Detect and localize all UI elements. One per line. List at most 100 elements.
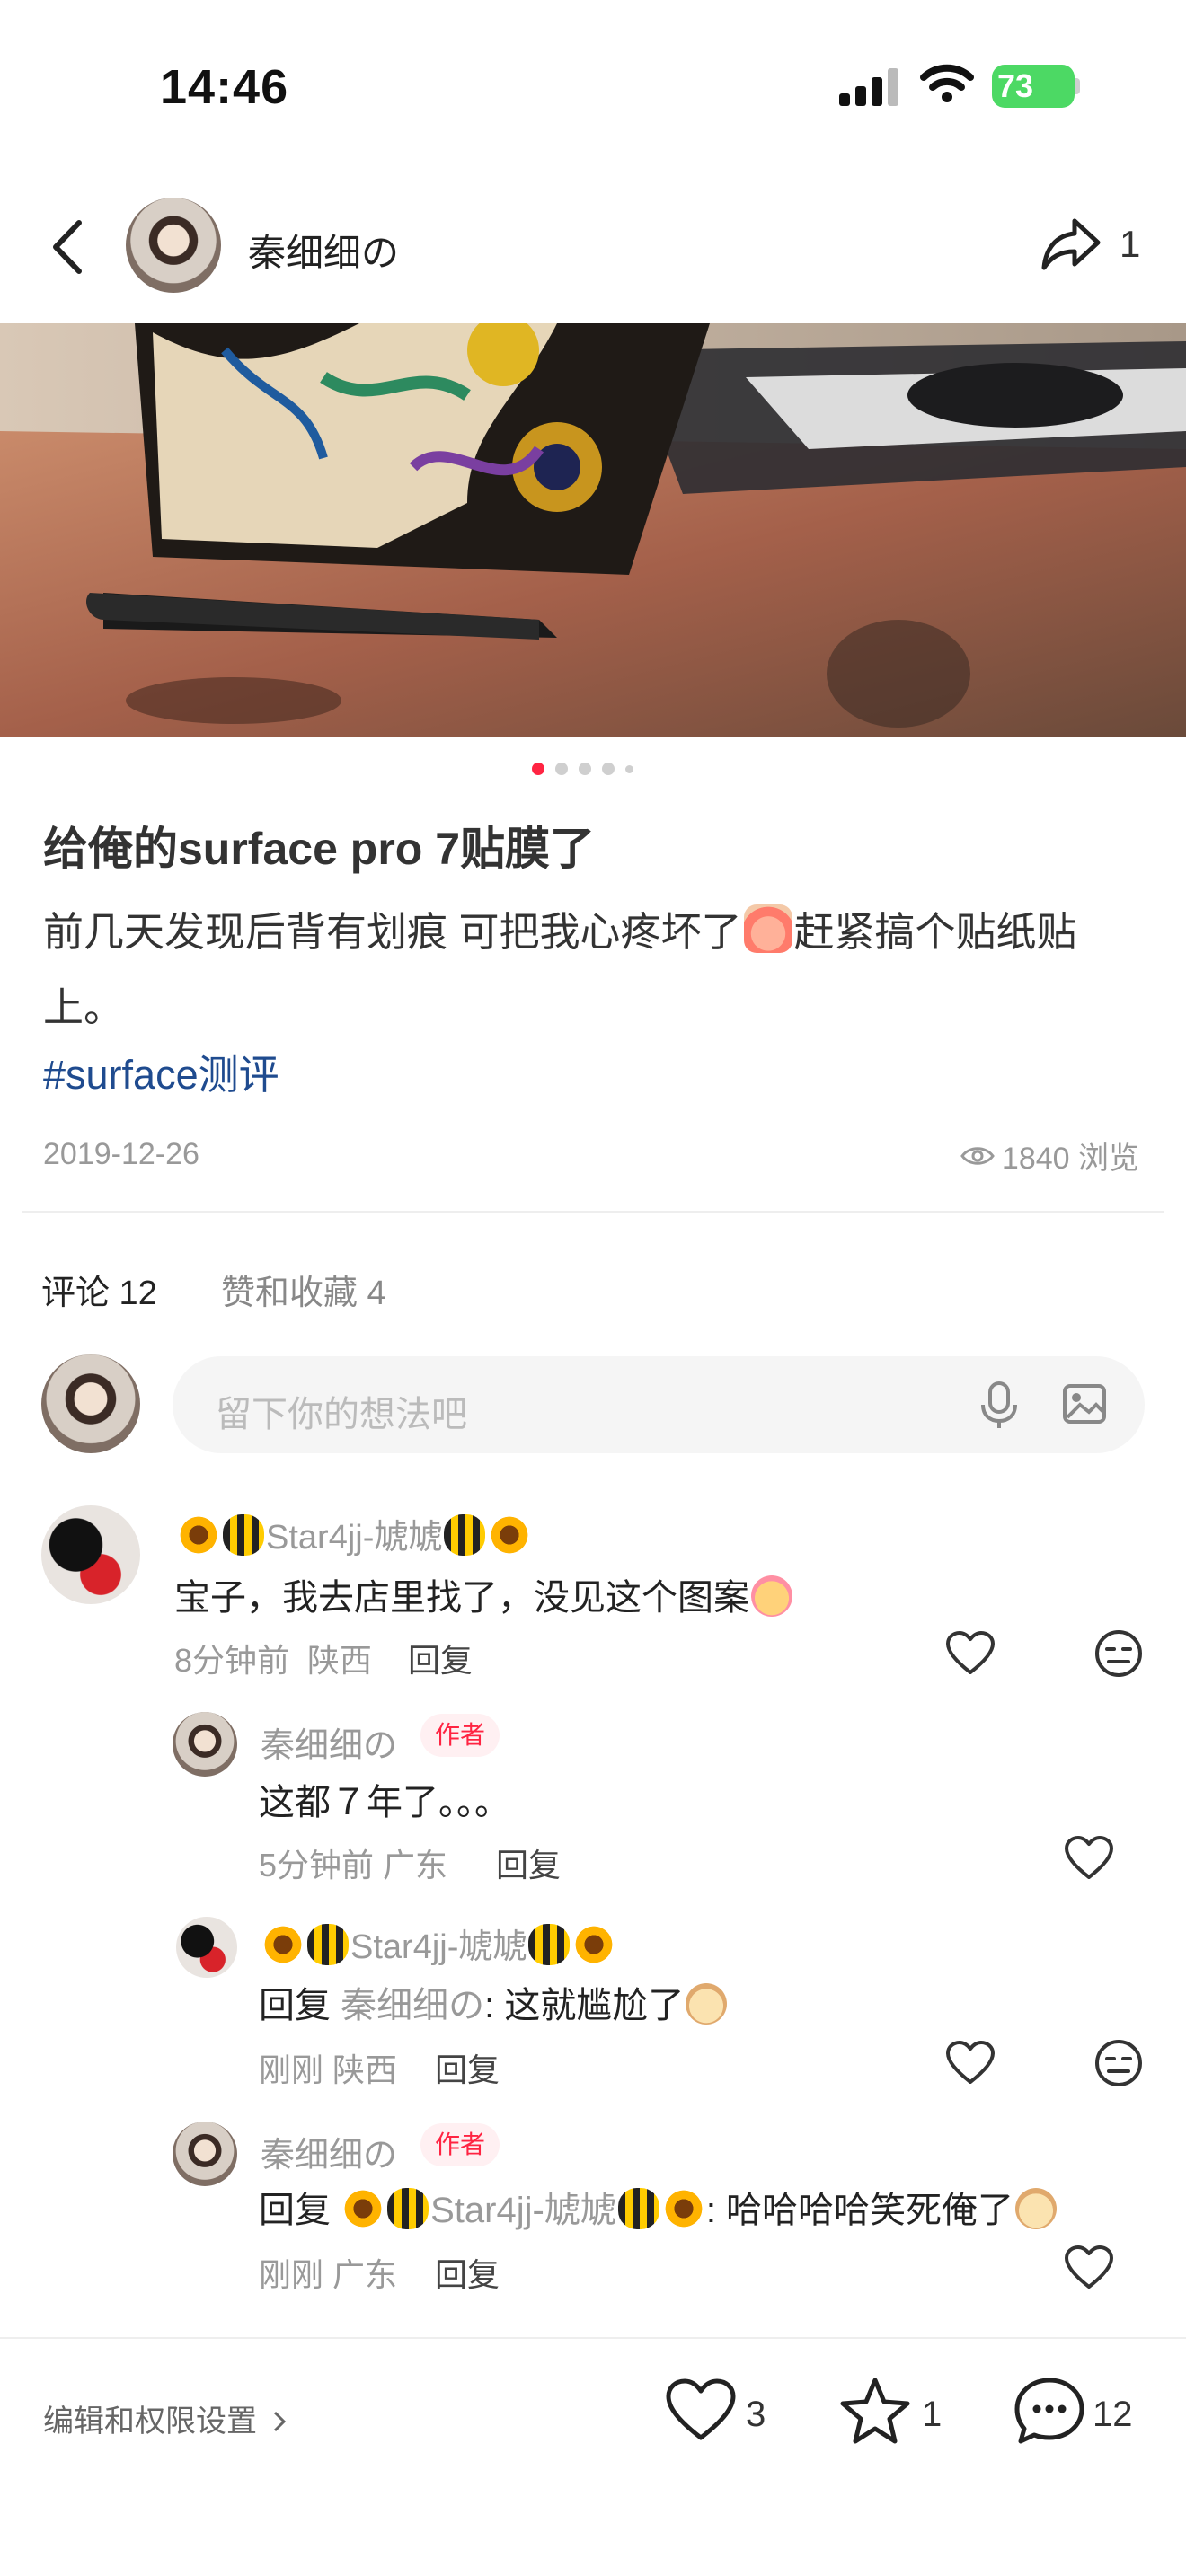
battery-indicator: 73 — [992, 65, 1075, 108]
bee-emoji-icon — [444, 1514, 486, 1556]
edit-permissions-link[interactable]: 编辑和权限设置 — [43, 2396, 288, 2440]
commenter-avatar[interactable] — [176, 1917, 237, 1978]
status-bar: 14:46 73 — [0, 0, 1186, 171]
eye-icon — [960, 1146, 995, 1165]
comment-meta: 8分钟前 陕西 — [174, 1635, 372, 1681]
view-count-label: 1840 浏览 — [1001, 1142, 1139, 1176]
commenter-name-text: Star4jj-虓虓 — [266, 1519, 443, 1557]
post-body-text: 前几天发现后背有划痕 可把我心疼坏了 — [43, 909, 742, 955]
bottom-bar-divider — [0, 2337, 1186, 2339]
battery-level: 73 — [997, 67, 1034, 104]
comment-location: 广东 — [332, 2256, 398, 2293]
like-heart-icon[interactable] — [665, 2378, 737, 2443]
author-avatar[interactable] — [126, 198, 221, 293]
comment-input[interactable]: 留下你的想法吧 — [173, 1356, 1145, 1453]
bee-emoji-icon — [307, 1924, 349, 1965]
dislike-face-icon[interactable] — [1094, 1629, 1143, 1678]
comment-text: 这都７年了。。。 — [259, 1783, 510, 1822]
microphone-icon[interactable] — [979, 1381, 1019, 1430]
edit-permissions-label: 编辑和权限设置 — [43, 2404, 257, 2439]
carousel-dot — [532, 763, 544, 775]
reply-button[interactable]: 回复 — [435, 2044, 500, 2091]
crying-emoji-icon — [751, 1575, 792, 1617]
view-count: 1840 浏览 — [960, 1134, 1139, 1178]
battery-cap — [1075, 78, 1080, 94]
comment-location: 陕西 — [332, 2051, 398, 2088]
bee-emoji-icon — [617, 2188, 659, 2229]
comment-meta: 5分钟前 广东 — [259, 1839, 447, 1886]
commenter-name-text: Star4jj-虓虓 — [350, 1928, 527, 1966]
author-name[interactable]: 秦细细の — [248, 223, 399, 278]
comment-text: 回复 Star4jj-虓虓 : 哈哈哈哈笑死俺了 — [259, 2181, 1058, 2233]
comment-text: 宝子，我去店里找了，没见这个图案 — [174, 1568, 794, 1620]
sunflower-emoji-icon — [342, 2188, 385, 2229]
bee-emoji-icon — [528, 1924, 571, 1965]
embarrassed-emoji-icon — [686, 1983, 728, 2025]
comment-text-content: : 这就尴尬了 — [484, 1986, 685, 2025]
comment-bubble-icon[interactable] — [1013, 2377, 1085, 2445]
share-icon[interactable] — [1039, 212, 1103, 277]
comment-text-content: : 哈哈哈哈笑死俺了 — [705, 2191, 1014, 2230]
tab-comments[interactable]: 评论 12 — [41, 1265, 157, 1314]
heart-icon[interactable] — [1064, 2245, 1114, 2290]
cellular-signal-icon — [839, 68, 900, 106]
comment-meta: 刚刚 陕西 — [259, 2044, 397, 2091]
comment-location: 陕西 — [307, 1642, 373, 1679]
comment-time: 刚刚 — [259, 2051, 324, 2088]
comment-time: 5分钟前 — [259, 1847, 375, 1883]
post-body: 前几天发现后背有划痕 可把我心疼坏了 赶紧搞个贴纸贴上。 — [43, 895, 1148, 1045]
comment-time: 刚刚 — [259, 2256, 324, 2293]
comment-count: 12 — [1093, 2395, 1133, 2434]
commenter-avatar[interactable] — [173, 1712, 237, 1777]
sunflower-emoji-icon — [262, 1924, 304, 1965]
commenter-name[interactable]: Star4jj-虓虓 — [261, 1919, 616, 1968]
bee-emoji-icon — [387, 2188, 429, 2229]
collect-star-icon[interactable] — [839, 2377, 911, 2445]
back-arrow-icon[interactable] — [45, 216, 90, 278]
commenter-name[interactable]: Star4jj-虓虓 — [176, 1509, 532, 1558]
reply-prefix: 回复 — [259, 2191, 331, 2230]
heart-icon[interactable] — [945, 2041, 996, 2086]
reply-button[interactable]: 回复 — [496, 1839, 561, 1886]
carousel-dot — [602, 763, 615, 775]
tab-likes-and-collects[interactable]: 赞和收藏 4 — [221, 1265, 386, 1314]
status-time: 14:46 — [160, 60, 289, 114]
sunflower-emoji-icon — [662, 2188, 704, 2229]
section-divider — [22, 1211, 1164, 1213]
post-hashtag[interactable]: #surface测评 — [43, 1042, 279, 1100]
commenter-name[interactable]: 秦细细の — [261, 2127, 397, 2176]
carousel-indicator — [532, 763, 633, 775]
laughing-emoji-icon — [1015, 2188, 1058, 2229]
heart-icon[interactable] — [1064, 1836, 1114, 1881]
reply-target-name: Star4jj-虓虓 — [430, 2191, 616, 2230]
sunflower-emoji-icon — [573, 1924, 615, 1965]
crying-face-emoji-icon — [743, 904, 792, 953]
post-photo — [0, 323, 1186, 737]
image-picker-icon[interactable] — [1062, 1381, 1107, 1426]
carousel-dot — [555, 763, 568, 775]
post-title: 给俺的surface pro 7贴膜了 — [43, 824, 596, 874]
reply-target[interactable]: 秦细细の — [341, 1986, 484, 2025]
comment-placeholder: 留下你的想法吧 — [216, 1395, 467, 1434]
post-date: 2019-12-26 — [43, 1137, 199, 1171]
heart-icon[interactable] — [945, 1631, 996, 1676]
like-count: 3 — [746, 2395, 766, 2434]
reply-button[interactable]: 回复 — [408, 1635, 473, 1681]
share-count: 1 — [1120, 223, 1141, 265]
post-image[interactable] — [0, 323, 1186, 737]
comment-location: 广东 — [383, 1847, 448, 1883]
commenter-name[interactable]: 秦细细の — [261, 1717, 397, 1767]
my-avatar — [41, 1354, 140, 1453]
author-badge: 作者 — [420, 1714, 500, 1757]
reply-target[interactable]: Star4jj-虓虓 — [341, 2188, 706, 2230]
dislike-face-icon[interactable] — [1094, 2039, 1143, 2087]
commenter-avatar[interactable] — [173, 2122, 237, 2186]
comment-meta: 刚刚 广东 — [259, 2249, 397, 2296]
comment-text-content: 宝子，我去店里找了，没见这个图案 — [174, 1578, 749, 1618]
commenter-avatar[interactable] — [41, 1505, 140, 1604]
reply-button[interactable]: 回复 — [435, 2249, 500, 2296]
carousel-dot — [579, 763, 591, 775]
reply-prefix: 回复 — [259, 1986, 331, 2025]
bee-emoji-icon — [223, 1514, 264, 1556]
wifi-icon — [920, 64, 974, 102]
